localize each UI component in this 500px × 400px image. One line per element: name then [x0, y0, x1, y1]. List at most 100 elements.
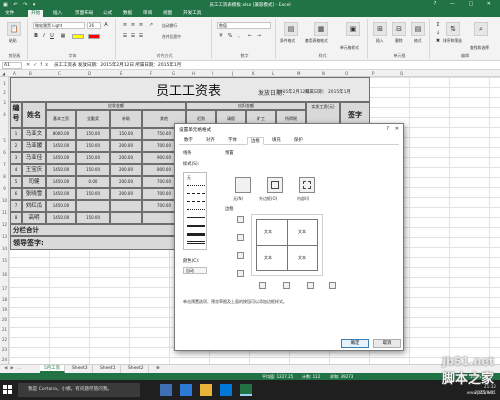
formula-input[interactable]: 员工工资表 发放日期：2015年2月12日 所属日期：2015年1月 — [54, 62, 181, 68]
border-diagonal-down-button[interactable] — [329, 282, 336, 289]
row-header[interactable]: 6 — [0, 150, 9, 155]
tab-alignment[interactable]: 对齐 — [203, 137, 218, 145]
cell-no[interactable]: 1 — [10, 128, 22, 140]
number-format-select[interactable]: 数值 — [217, 22, 271, 29]
line-style-list[interactable]: 无 — [183, 172, 207, 250]
col-header[interactable]: P — [372, 71, 374, 76]
col-header[interactable]: D — [88, 71, 91, 76]
subtotal-label[interactable]: 分栏合计 — [10, 224, 186, 236]
col-header[interactable]: G — [172, 71, 175, 76]
col-header[interactable]: C — [58, 71, 61, 76]
cell-name[interactable]: 刘红瓜 — [22, 200, 46, 212]
cell-subsidy[interactable]: 200.00 — [110, 152, 142, 164]
orientation-icon[interactable]: ↗ — [148, 22, 154, 28]
row-header[interactable]: 22 — [0, 337, 9, 342]
border-right-button[interactable] — [307, 282, 314, 289]
col-header[interactable]: A — [13, 71, 16, 76]
align-top-icon[interactable]: ≡ — [122, 22, 128, 28]
tab-file[interactable]: 文件 — [2, 10, 17, 17]
row-header[interactable]: 12 — [0, 222, 9, 227]
allowance-header[interactable]: 全勤奖 — [76, 110, 110, 128]
ok-button[interactable]: 确定 — [341, 339, 369, 348]
autosum-icon[interactable]: Σ — [435, 22, 441, 28]
font-color-icon[interactable] — [88, 34, 100, 39]
col-header[interactable]: Q — [400, 71, 403, 76]
cell-name[interactable]: 王宝庆 — [22, 164, 46, 176]
preset-inside-button[interactable] — [299, 177, 315, 193]
cell-no[interactable]: 6 — [10, 188, 22, 200]
align-middle-icon[interactable]: ≡ — [130, 22, 136, 28]
wrap-text-button[interactable]: 自动换行 — [162, 23, 177, 29]
col-header[interactable]: N — [322, 71, 325, 76]
tab-number[interactable]: 数字 — [181, 137, 196, 145]
table-format-icon[interactable]: ▦ — [314, 22, 328, 36]
cell-basic[interactable]: 8000.00 — [46, 128, 76, 140]
cell-subsidy[interactable]: 150.00 — [110, 128, 142, 140]
italic-icon[interactable]: I — [41, 33, 47, 39]
tab-developer[interactable]: 开发工具 — [180, 10, 204, 17]
cell-styles-icon[interactable]: ▣ — [346, 22, 360, 36]
sort-filter-label[interactable]: 排序和筛选 — [443, 38, 462, 44]
align-right-icon[interactable]: ☰ — [138, 33, 144, 39]
row-header[interactable]: 3 — [0, 100, 9, 105]
edge-browser-icon[interactable] — [180, 384, 192, 396]
cell-allowance[interactable]: 150.00 — [76, 164, 110, 176]
cell-allowance[interactable]: 150.00 — [76, 212, 110, 224]
col-header[interactable]: B — [29, 71, 32, 76]
row-header[interactable]: 9 — [0, 186, 9, 191]
basic-header[interactable]: 基本工资 — [46, 110, 76, 128]
col-no-header[interactable]: 编号 — [10, 102, 22, 128]
cell-basic[interactable]: 1450.00 — [46, 212, 76, 224]
cell-name[interactable]: 司健 — [22, 176, 46, 188]
increase-decimal-icon[interactable]: ← — [247, 33, 253, 39]
cell-name[interactable]: 马亚佳 — [22, 152, 46, 164]
tab-border[interactable]: 边框 — [247, 137, 264, 145]
conditional-format-icon[interactable]: ▤ — [284, 22, 298, 36]
sheet-tab-sheet2[interactable]: Sheet2 — [124, 365, 149, 373]
border-diagonal-up-button[interactable] — [237, 270, 244, 277]
currency-icon[interactable]: ¥ — [218, 33, 224, 39]
line-style-option[interactable] — [187, 241, 205, 244]
cell-no[interactable]: 4 — [10, 164, 22, 176]
row-header[interactable]: 7 — [0, 162, 9, 167]
cancel-button[interactable]: 取消 — [373, 339, 401, 348]
decrease-decimal-icon[interactable]: → — [256, 33, 262, 39]
task-view-icon[interactable] — [160, 384, 172, 396]
row-header[interactable]: 1 — [0, 81, 9, 86]
sheet-tab-salary[interactable]: 5月工资 — [40, 365, 65, 373]
col-header[interactable]: K — [252, 71, 255, 76]
row-header[interactable]: 14 — [0, 246, 9, 251]
col-header[interactable]: I — [212, 71, 213, 76]
cell-basic[interactable]: 1450.00 — [46, 140, 76, 152]
row-header[interactable]: 13 — [0, 234, 9, 239]
excel-taskbar-icon[interactable] — [240, 384, 252, 396]
cell-basic[interactable]: 1450.00 — [46, 200, 76, 212]
line-style-option[interactable] — [187, 185, 205, 186]
line-style-option[interactable] — [187, 217, 205, 218]
line-color-select[interactable]: 自动 — [183, 267, 207, 274]
sheet-tab-sheet1[interactable]: Sheet1 — [96, 365, 121, 373]
col-header[interactable]: J — [232, 71, 233, 76]
sheet-tab-sheet3[interactable]: Sheet3 — [68, 365, 93, 373]
cell-no[interactable]: 3 — [10, 152, 22, 164]
cortana-search-box[interactable]: 我是 Cortana，小娜。有问题尽管问我。 — [18, 383, 140, 397]
col-name-header[interactable]: 姓名 — [22, 102, 46, 128]
border-middle-v-button[interactable] — [283, 282, 290, 289]
row-header[interactable]: 18 — [0, 297, 9, 302]
name-box[interactable]: A1 — [2, 62, 22, 69]
cell-subsidy[interactable] — [110, 200, 142, 212]
insert-cells-icon[interactable]: ⊞ — [373, 22, 387, 36]
cell-basic[interactable]: 1450.00 — [46, 164, 76, 176]
close-icon[interactable]: ✕ — [395, 126, 399, 132]
line-style-option[interactable] — [187, 201, 205, 202]
border-preview[interactable]: 文本 文本 文本 文本 — [251, 214, 323, 276]
format-cells-label[interactable]: 格式 — [414, 38, 422, 44]
cell-subsidy[interactable]: 200.00 — [110, 164, 142, 176]
row-header[interactable]: 17 — [0, 286, 9, 291]
tab-review[interactable]: 审阅 — [140, 10, 155, 17]
row-header[interactable]: 23 — [0, 347, 9, 352]
cell-no[interactable]: 7 — [10, 200, 22, 212]
cell-basic[interactable]: 1450.00 — [46, 176, 76, 188]
conditional-format-label[interactable]: 条件格式 — [280, 38, 295, 44]
tab-formulas[interactable]: 公式 — [100, 10, 115, 17]
